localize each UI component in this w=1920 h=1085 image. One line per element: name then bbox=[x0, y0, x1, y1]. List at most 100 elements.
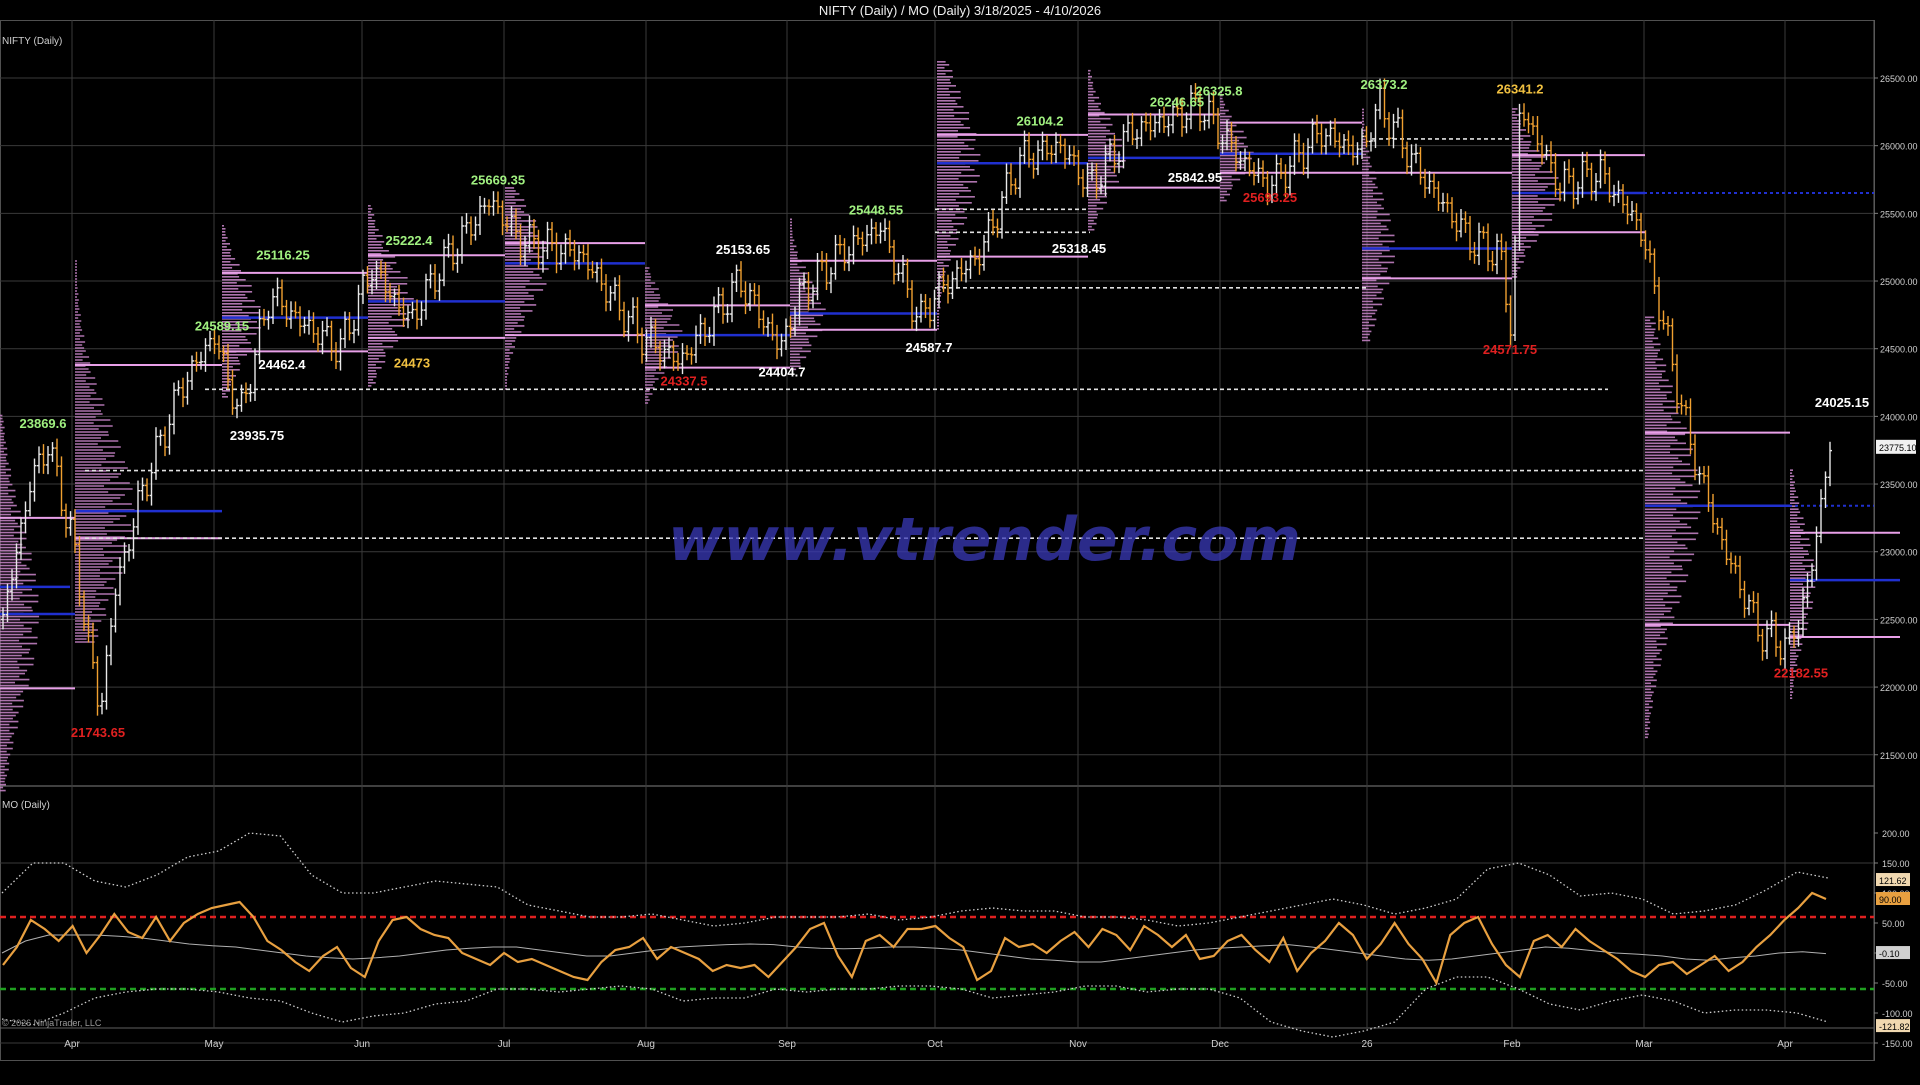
price-bar bbox=[136, 480, 140, 535]
price-bar bbox=[1625, 195, 1630, 225]
price-bar bbox=[1580, 151, 1585, 198]
price-bar bbox=[1328, 120, 1333, 146]
price-tick-label: 23000.00 bbox=[1880, 548, 1918, 558]
price-bar bbox=[892, 239, 896, 285]
price-bar bbox=[100, 692, 104, 715]
price-bar bbox=[703, 317, 707, 346]
price-tick-label: 21500.00 bbox=[1880, 751, 1918, 761]
price-bar bbox=[1463, 211, 1468, 233]
price-bar bbox=[482, 197, 487, 214]
price-bar bbox=[302, 316, 307, 334]
price-bar bbox=[55, 438, 59, 477]
price-bar bbox=[32, 458, 37, 502]
volume-profile bbox=[0, 414, 40, 792]
price-bar bbox=[883, 218, 887, 241]
volume-profile bbox=[1645, 316, 1701, 739]
price-bar bbox=[176, 380, 181, 396]
price-bar bbox=[1823, 471, 1828, 509]
price-bar bbox=[860, 231, 865, 256]
price-bar bbox=[1153, 115, 1157, 138]
price-bar bbox=[1742, 580, 1747, 618]
price-bar bbox=[455, 248, 460, 273]
price-bar bbox=[532, 219, 536, 249]
price-bar bbox=[838, 234, 842, 255]
price-bar bbox=[770, 313, 775, 341]
price-bar bbox=[1139, 116, 1144, 147]
price-bar bbox=[1477, 222, 1481, 266]
price-annotation: 24337.5 bbox=[661, 374, 708, 389]
price-bar bbox=[464, 213, 469, 234]
price-bar bbox=[194, 351, 199, 372]
price-bar bbox=[968, 250, 973, 279]
price-bar bbox=[694, 325, 698, 364]
date-tick-label: Jul bbox=[498, 1039, 511, 1050]
price-bar bbox=[725, 304, 730, 323]
price-bar bbox=[428, 264, 433, 289]
price-bar bbox=[352, 319, 356, 344]
monthly-volume-profiles bbox=[0, 61, 1816, 792]
price-bar bbox=[1648, 240, 1652, 263]
chart-title: NIFTY (Daily) / MO (Daily) 3/18/2025 - 4… bbox=[819, 3, 1101, 18]
price-bar bbox=[743, 281, 748, 315]
price-annotation: 25669.35 bbox=[471, 172, 525, 187]
price-bar bbox=[1009, 163, 1013, 196]
chart-window: 23869.6 21743.65 24589.15 23935.75 25116.25 2… bbox=[0, 0, 1920, 1080]
price-bar bbox=[46, 446, 50, 475]
chart-canvas[interactable]: 23869.6 21743.65 24589.15 23935.75 25116.25 2… bbox=[0, 0, 1920, 1080]
price-bar bbox=[496, 191, 500, 214]
price-bar bbox=[1544, 144, 1549, 161]
price-bar bbox=[248, 383, 253, 402]
price-bar bbox=[1031, 152, 1036, 179]
price-bar bbox=[563, 233, 568, 264]
price-bar bbox=[734, 264, 739, 292]
price-annotation: 21743.65 bbox=[71, 725, 125, 740]
price-bar bbox=[685, 345, 689, 361]
price-tick-label: 26500.00 bbox=[1880, 74, 1918, 84]
price-bar bbox=[1499, 233, 1504, 261]
price-annotation: 24473 bbox=[394, 355, 430, 370]
price-bar bbox=[1670, 318, 1675, 372]
price-bar bbox=[842, 238, 847, 271]
price-bar bbox=[280, 279, 284, 316]
price-bar bbox=[1697, 466, 1702, 485]
price-bar bbox=[275, 277, 280, 307]
date-tick-label: Aug bbox=[637, 1039, 655, 1050]
price-annotation: 24571.75 bbox=[1483, 342, 1537, 357]
price-bar bbox=[1018, 147, 1022, 198]
price-panel-label: NIFTY (Daily) bbox=[2, 36, 62, 47]
price-annotation: 25116.25 bbox=[256, 247, 310, 262]
price-bar bbox=[64, 503, 68, 538]
price-bar bbox=[1049, 144, 1054, 164]
price-bar bbox=[1162, 106, 1166, 134]
price-tick-label: 24500.00 bbox=[1880, 345, 1918, 355]
price-bar bbox=[1324, 128, 1328, 155]
price-bar bbox=[1760, 628, 1765, 661]
last-price-label: 23775.10 bbox=[1879, 443, 1917, 453]
price-bar bbox=[1342, 134, 1346, 154]
price-bar bbox=[1675, 354, 1679, 414]
price-bar bbox=[851, 225, 856, 265]
price-tick-label: 23500.00 bbox=[1880, 480, 1918, 490]
price-bar bbox=[1166, 116, 1171, 137]
date-tick-label: Sep bbox=[778, 1039, 796, 1050]
price-bar bbox=[622, 301, 626, 338]
date-tick-label: Apr bbox=[64, 1039, 80, 1050]
price-bar bbox=[298, 306, 302, 337]
price-bar bbox=[217, 335, 221, 360]
price-bar bbox=[806, 272, 811, 311]
price-bar bbox=[109, 618, 113, 666]
price-bar bbox=[1472, 241, 1477, 264]
price-bar bbox=[1769, 610, 1774, 638]
price-bar bbox=[86, 614, 91, 643]
price-bar bbox=[1765, 620, 1769, 660]
price-bar bbox=[203, 338, 208, 372]
price-annotation: 26373.2 bbox=[1361, 77, 1408, 92]
price-bar bbox=[1819, 489, 1823, 544]
price-bar bbox=[433, 264, 437, 300]
price-bar bbox=[559, 244, 563, 271]
price-bar bbox=[1616, 180, 1621, 203]
price-bar bbox=[1553, 152, 1558, 197]
price-bar bbox=[905, 258, 910, 298]
price-tick-label: 25500.00 bbox=[1880, 209, 1918, 219]
price-bar bbox=[163, 426, 167, 457]
